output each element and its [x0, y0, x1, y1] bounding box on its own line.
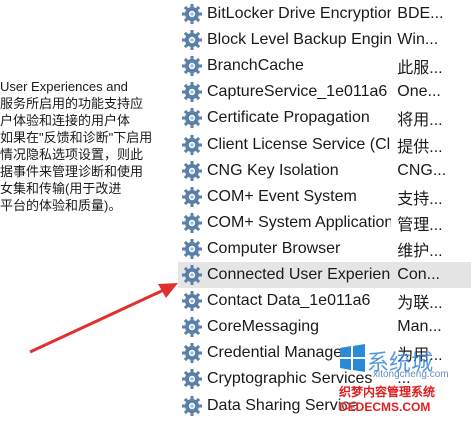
gear-service-icon	[181, 160, 203, 182]
service-desc: 维护...	[397, 242, 443, 260]
gear-service-icon	[181, 81, 203, 103]
description-line: 户体验和连接的用户体	[0, 113, 131, 128]
gear-service-icon	[181, 290, 203, 312]
gear-service-icon	[181, 186, 203, 208]
service-name: COM+ Event System	[207, 187, 357, 205]
description-line: 平台的体验和质量)。	[0, 198, 122, 213]
watermark-url: xitongcheng.com	[373, 369, 449, 380]
service-desc: 为联...	[397, 295, 443, 313]
service-name: Block Level Backup Engine ...	[207, 31, 392, 49]
service-desc: 管理...	[397, 216, 443, 234]
service-row[interactable]: COM+ Event System 支持...	[178, 184, 471, 210]
gear-service-icon	[181, 134, 203, 156]
description-line: User Experiences and	[0, 79, 128, 94]
gear-service-icon	[181, 238, 203, 260]
service-name: Computer Browser	[207, 239, 341, 257]
service-row[interactable]: CNG Key Isolation CNG...	[178, 158, 471, 184]
service-row[interactable]: Certificate Propagation 将用...	[178, 105, 471, 131]
arrow-head	[158, 283, 178, 298]
service-name: CaptureService_1e011a6	[207, 83, 388, 101]
gear-service-icon	[181, 212, 203, 234]
service-row[interactable]: Block Level Backup Engine ... Win...	[178, 27, 471, 53]
service-row[interactable]: Computer Browser 维护...	[178, 236, 471, 262]
gear-service-icon	[181, 342, 203, 364]
service-desc: Man...	[397, 318, 442, 336]
gear-service-icon	[181, 3, 203, 25]
watermark-sub: 织梦内容管理系统 DEDECMS.COM	[339, 383, 435, 414]
service-row[interactable]: BranchCache 此服...	[178, 53, 471, 79]
gear-service-icon	[181, 107, 203, 129]
service-desc: 将用...	[397, 112, 443, 130]
service-desc: 提供...	[397, 138, 443, 156]
gear-service-icon	[181, 316, 203, 338]
watermark-sub-en: DEDECMS.COM	[339, 400, 431, 414]
service-description: User Experiences and 服务所启用的功能支持应 户体验和连接的…	[0, 78, 172, 214]
gear-service-icon	[181, 368, 203, 390]
watermark: 系统城 xitongcheng.com 织梦内容管理系统 DEDECMS.COM	[337, 343, 467, 414]
service-name: CoreMessaging	[207, 318, 320, 336]
service-name: COM+ System Application	[207, 213, 392, 231]
watermark-sub-cn: 织梦内容管理系统	[339, 385, 436, 399]
service-name: BitLocker Drive Encryption ...	[207, 5, 392, 22]
service-desc: 支持...	[397, 190, 443, 208]
service-desc: CNG...	[397, 161, 447, 179]
service-name: CNG Key Isolation	[207, 161, 339, 179]
service-row[interactable]: Connected User Experienc... Con...	[178, 262, 471, 288]
service-desc: BDE...	[397, 5, 444, 22]
service-row[interactable]: BitLocker Drive Encryption ... BDE...	[178, 1, 471, 27]
gear-service-icon	[181, 264, 203, 286]
gear-service-icon	[181, 29, 203, 51]
description-line: 如果在"反馈和诊断"下启用	[0, 130, 153, 145]
service-name: Contact Data_1e011a6	[207, 292, 371, 310]
service-name: Certificate Propagation	[207, 109, 370, 127]
service-row[interactable]: Client License Service (Clip... 提供...	[178, 132, 471, 158]
service-desc: 此服...	[397, 60, 443, 78]
description-line: 据事件来管理诊断和使用	[0, 164, 144, 179]
service-row[interactable]: Contact Data_1e011a6 为联...	[178, 288, 471, 314]
arrow-shaft	[29, 286, 169, 354]
service-desc: One...	[397, 83, 441, 101]
gear-service-icon	[181, 55, 203, 77]
service-name: Connected User Experienc...	[207, 266, 392, 283]
service-row[interactable]: COM+ System Application 管理...	[178, 210, 471, 236]
gear-service-icon	[181, 395, 203, 417]
description-line: 情况隐私选项设置，则此	[0, 147, 144, 162]
service-desc: Win...	[397, 31, 439, 49]
service-name: Client License Service (Clip...	[207, 135, 391, 153]
description-line: 服务所启用的功能支持应	[0, 96, 144, 111]
service-name: BranchCache	[207, 57, 304, 75]
service-desc: Con...	[397, 266, 440, 283]
watermark-logo-icon	[340, 344, 365, 372]
description-line: 女集和传输(用于改进	[0, 181, 122, 196]
service-row[interactable]: CoreMessaging Man...	[178, 314, 471, 340]
service-row[interactable]: CaptureService_1e011a6 One...	[178, 79, 471, 105]
